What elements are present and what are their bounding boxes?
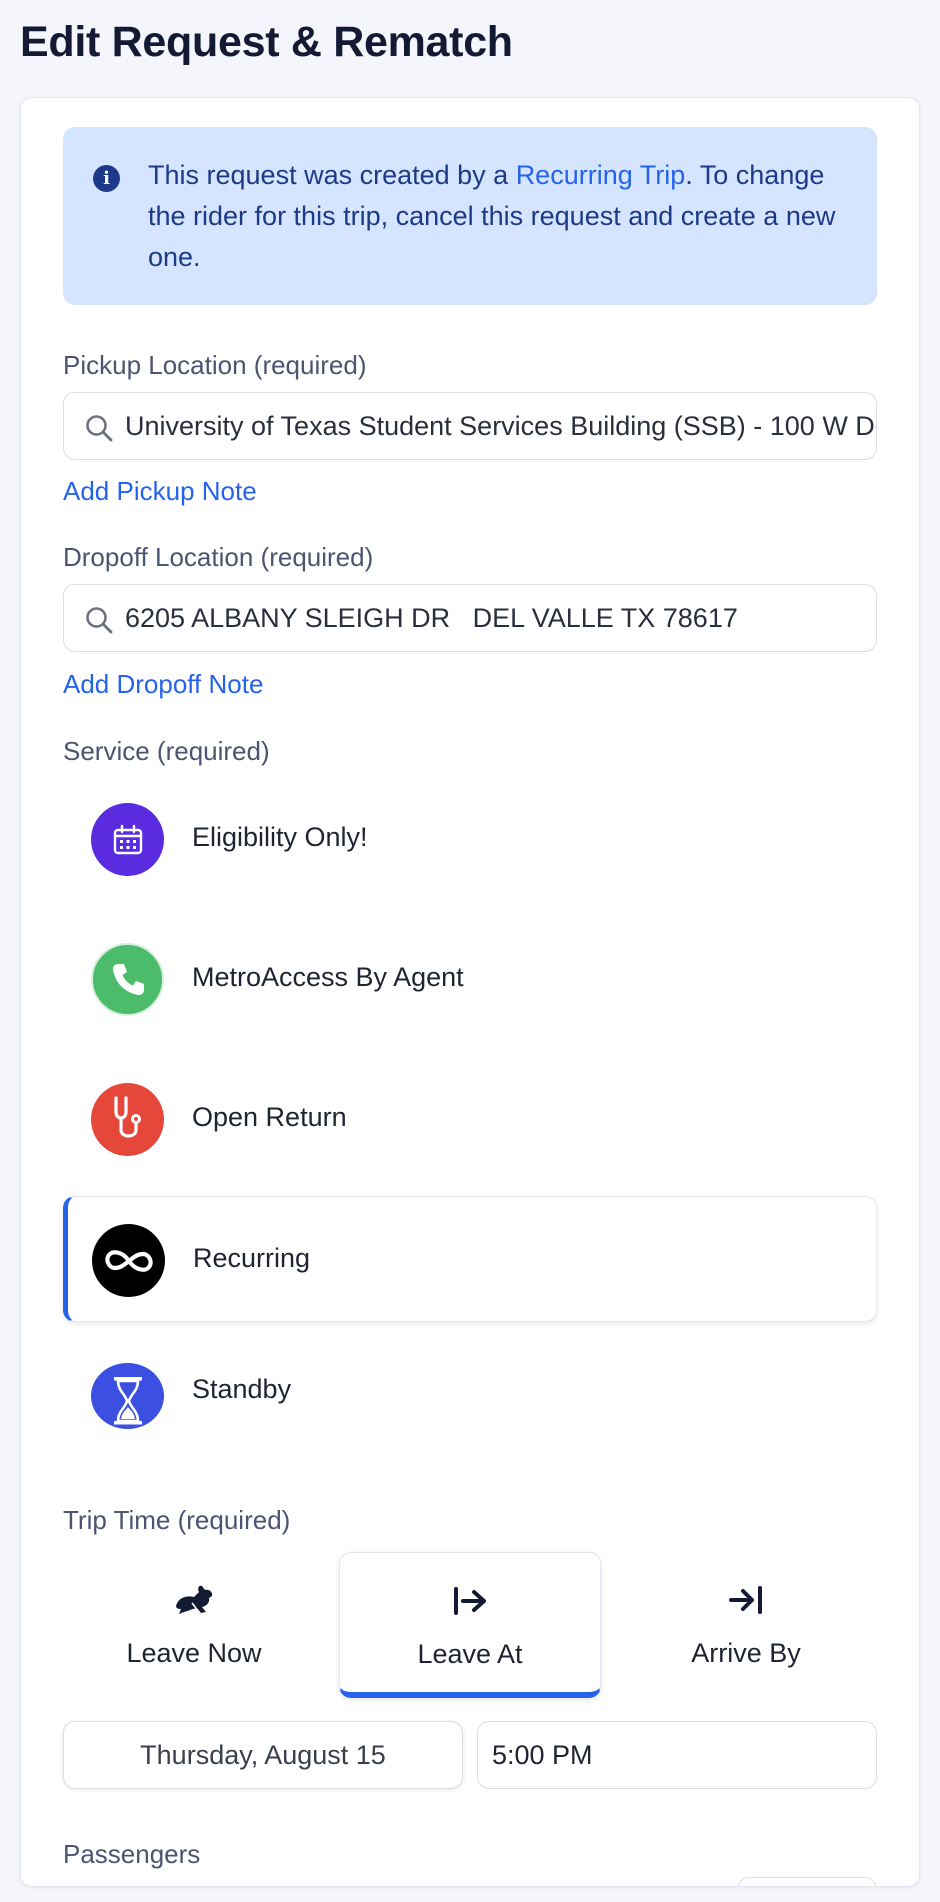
arrive-by-icon <box>724 1582 768 1618</box>
service-option-label: Standby <box>192 1374 292 1404</box>
service-option-label: MetroAccess By Agent <box>192 962 464 992</box>
service-option-standby[interactable]: Standby <box>63 1336 877 1429</box>
passengers-stepper[interactable] <box>737 1877 877 1886</box>
calendar-icon <box>91 803 164 876</box>
pickup-location-value: University of Texas Student Services Bui… <box>125 411 876 441</box>
edit-request-card: i This request was created by a Recurrin… <box>20 97 920 1887</box>
service-label: Service (required) <box>63 736 270 766</box>
recurring-trip-link[interactable]: Recurring Trip <box>516 160 686 190</box>
date-picker[interactable]: Thursday, August 15 <box>63 1721 463 1789</box>
add-pickup-note-link[interactable]: Add Pickup Note <box>63 476 257 507</box>
phone-icon <box>91 943 164 1016</box>
info-text-before: This request was created by a <box>148 160 516 190</box>
tab-leave-at-label: Leave At <box>417 1639 523 1669</box>
tab-leave-now-label: Leave Now <box>126 1638 262 1668</box>
tab-arrive-by-label: Arrive By <box>691 1638 801 1668</box>
tab-leave-at[interactable]: Leave At <box>339 1552 601 1698</box>
service-option-eligibility-only[interactable]: Eligibility Only! <box>63 776 877 902</box>
info-banner-text: This request was created by a Recurring … <box>148 155 848 278</box>
tab-arrive-by[interactable]: Arrive By <box>615 1552 877 1698</box>
service-option-label: Eligibility Only! <box>192 822 368 852</box>
page-title: Edit Request & Rematch <box>20 18 513 66</box>
dropoff-label: Dropoff Location (required) <box>63 542 374 572</box>
hourglass-icon <box>91 1363 164 1429</box>
leave-at-icon <box>448 1583 492 1619</box>
pickup-label: Pickup Location (required) <box>63 350 367 380</box>
service-option-recurring[interactable]: Recurring <box>63 1196 877 1322</box>
rabbit-icon <box>172 1582 216 1618</box>
service-option-label: Open Return <box>192 1102 347 1132</box>
search-icon <box>86 415 113 442</box>
search-icon <box>86 607 113 634</box>
add-dropoff-note-link[interactable]: Add Dropoff Note <box>63 669 263 700</box>
tab-leave-now[interactable]: Leave Now <box>63 1552 325 1698</box>
info-banner: i This request was created by a Recurrin… <box>63 127 877 305</box>
infinity-icon <box>92 1224 165 1297</box>
pickup-location-input[interactable]: University of Texas Student Services Bui… <box>63 392 877 460</box>
info-icon: i <box>93 165 120 192</box>
time-input[interactable]: 5:00 PM <box>477 1721 877 1789</box>
dropoff-location-value: 6205 ALBANY SLEIGH DR DEL VALLE TX 78617 <box>125 603 738 633</box>
trip-time-label: Trip Time (required) <box>63 1505 291 1535</box>
service-option-open-return[interactable]: Open Return <box>63 1056 877 1182</box>
passengers-label: Passengers <box>63 1839 201 1869</box>
stethoscope-icon <box>91 1083 164 1156</box>
dropoff-location-input[interactable]: 6205 ALBANY SLEIGH DR DEL VALLE TX 78617 <box>63 584 877 652</box>
service-option-label: Recurring <box>193 1243 311 1273</box>
service-option-metroaccess-by-agent[interactable]: MetroAccess By Agent <box>63 916 877 1042</box>
